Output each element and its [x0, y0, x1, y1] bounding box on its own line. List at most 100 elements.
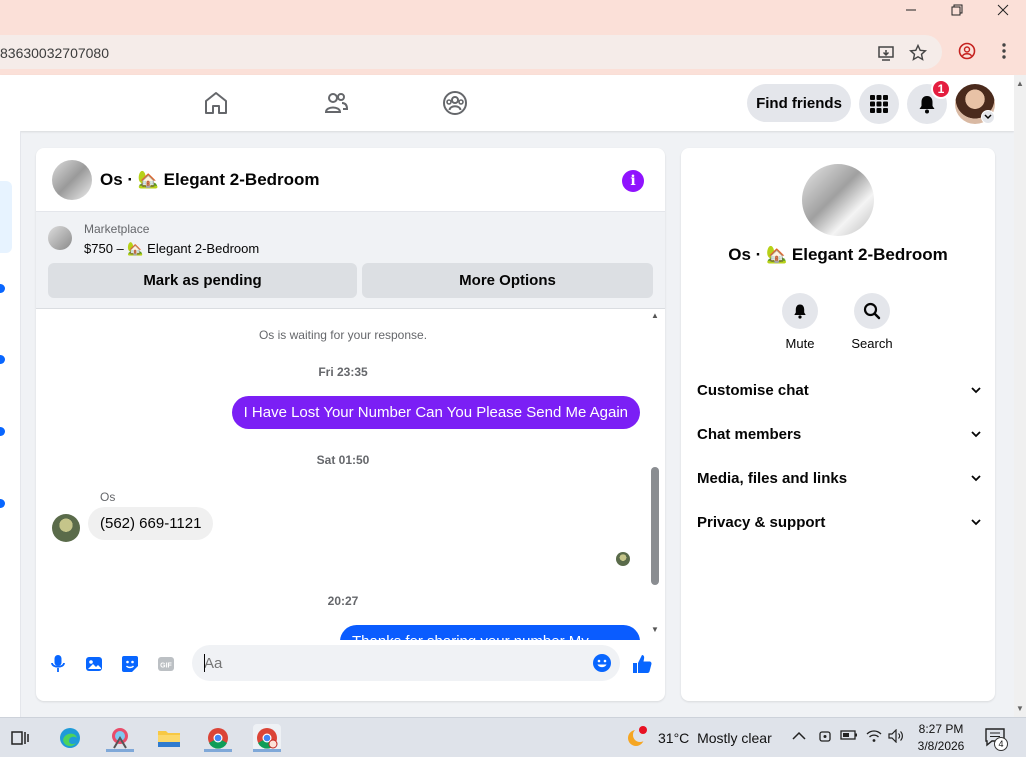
clock-time: 8:27 PM: [918, 722, 964, 736]
section-label: Media, files and links: [697, 469, 848, 487]
edge-browser-icon[interactable]: [56, 724, 84, 752]
text-caret: [204, 654, 205, 672]
running-indicator: [106, 749, 134, 752]
message-scrollbar[interactable]: ▲ ▼: [648, 309, 662, 640]
url-text[interactable]: 83630032707080: [0, 45, 109, 61]
chrome-icon[interactable]: [204, 724, 232, 752]
install-app-icon[interactable]: [877, 44, 895, 62]
clock-date: 3/8/2026: [917, 739, 965, 753]
sender-name: Os: [100, 490, 116, 504]
minimize-button[interactable]: [888, 0, 934, 20]
address-bar[interactable]: 83630032707080: [0, 35, 942, 69]
system-clock[interactable]: 8:27 PM 3/8/2026: [905, 721, 977, 755]
action-center-badge: 4: [994, 737, 1008, 751]
scroll-down-arrow-icon[interactable]: ▼: [1016, 704, 1024, 713]
battery-icon[interactable]: [840, 729, 858, 744]
page-scrollbar[interactable]: ▲ ▼: [1014, 75, 1026, 717]
outgoing-message[interactable]: I Have Lost Your Number Can You Please S…: [231, 396, 640, 429]
groups-icon[interactable]: [441, 89, 469, 117]
message-timestamp: Fri 23:35: [318, 365, 368, 379]
restore-icon: [951, 4, 963, 16]
meet-now-icon[interactable]: [818, 729, 832, 748]
section-privacy-support[interactable]: Privacy & support: [697, 507, 981, 537]
chat-panel: Os · 🏡 Elegant 2-Bedroom i Marketplace $…: [36, 148, 665, 701]
notification-badge: 1: [931, 79, 951, 99]
listing-thumbnail[interactable]: [48, 226, 72, 250]
bookmark-star-icon[interactable]: [909, 44, 927, 62]
seen-indicator-avatar: [616, 552, 630, 566]
weather-moon-icon[interactable]: [626, 726, 650, 750]
chat-avatar[interactable]: [52, 160, 92, 200]
conversation-avatar[interactable]: [802, 164, 874, 236]
sender-avatar[interactable]: [52, 514, 80, 542]
window-title-bar: [0, 0, 1026, 33]
section-media-files-links[interactable]: Media, files and links: [697, 463, 981, 493]
section-customise-chat[interactable]: Customise chat: [697, 375, 981, 405]
mute-bell-icon: [782, 293, 818, 329]
scrollbar-thumb[interactable]: [651, 467, 659, 585]
outgoing-message[interactable]: Thanks for sharing your number My...: [340, 625, 640, 640]
unread-dot[interactable]: [0, 427, 5, 436]
browser-menu-icon[interactable]: [995, 42, 1013, 60]
unread-dot[interactable]: [0, 284, 5, 293]
more-options-button[interactable]: More Options: [362, 263, 653, 298]
weather-widget[interactable]: 31°C Mostly clear: [658, 730, 772, 746]
chat-header: Os · 🏡 Elegant 2-Bedroom i: [36, 148, 665, 212]
unread-dot[interactable]: [0, 499, 5, 508]
volume-icon[interactable]: [888, 728, 904, 746]
account-chevron-icon[interactable]: [981, 110, 995, 124]
message-timestamp: 20:27: [327, 594, 359, 608]
message-input[interactable]: [204, 645, 584, 681]
chat-info-button[interactable]: i: [622, 170, 644, 192]
section-label: Customise chat: [697, 381, 809, 399]
photo-icon[interactable]: [83, 653, 105, 675]
search-in-chat-button[interactable]: Search: [842, 293, 902, 351]
windows-taskbar: 31°C Mostly clear 8:27 PM 3/8/2026 4: [0, 717, 1026, 757]
running-indicator: [253, 749, 281, 752]
marketplace-label: Marketplace: [84, 222, 150, 236]
wifi-icon[interactable]: [866, 729, 882, 746]
file-explorer-icon[interactable]: [155, 724, 183, 752]
svg-text:GIF: GIF: [160, 663, 172, 670]
show-hidden-icons-chevron-icon[interactable]: [792, 729, 806, 744]
find-friends-button[interactable]: Find friends: [747, 84, 851, 122]
incoming-message[interactable]: (562) 669-1121: [88, 507, 214, 540]
close-window-button[interactable]: [980, 0, 1026, 20]
scroll-up-arrow-icon[interactable]: ▲: [650, 311, 660, 320]
scroll-up-arrow-icon[interactable]: ▲: [1016, 79, 1024, 88]
emoji-icon[interactable]: [592, 653, 612, 678]
friends-icon[interactable]: [322, 89, 350, 117]
sticker-icon[interactable]: [119, 653, 141, 675]
task-view-icon[interactable]: [6, 724, 34, 752]
like-thumbs-up-icon[interactable]: [631, 653, 653, 675]
microphone-icon[interactable]: [47, 653, 69, 675]
mute-button[interactable]: Mute: [770, 293, 830, 351]
weather-temperature: 31°C: [658, 730, 690, 746]
home-icon[interactable]: [202, 89, 230, 117]
unread-dot[interactable]: [0, 355, 5, 364]
waiting-notice: Os is waiting for your response.: [258, 328, 428, 342]
grid-icon: [870, 95, 888, 113]
facebook-top-nav: Find friends 1: [0, 75, 1014, 131]
gif-icon[interactable]: GIF: [155, 653, 177, 675]
conversation-title: Os · 🏡 Elegant 2-Bedroom: [728, 245, 948, 264]
menu-grid-button[interactable]: [859, 84, 899, 124]
mute-label: Mute: [785, 336, 815, 351]
profile-icon[interactable]: [958, 42, 976, 60]
section-label: Privacy & support: [697, 513, 826, 531]
listing-title[interactable]: $750 – 🏡 Elegant 2-Bedroom: [84, 241, 259, 257]
message-input-wrapper[interactable]: [192, 645, 620, 681]
section-chat-members[interactable]: Chat members: [697, 419, 981, 449]
chrome-profile-icon[interactable]: [253, 724, 281, 752]
snipping-tool-icon[interactable]: [106, 724, 134, 752]
chevron-down-icon: [971, 383, 981, 397]
search-icon: [854, 293, 890, 329]
restore-button[interactable]: [934, 0, 980, 20]
chevron-down-icon: [971, 515, 981, 529]
close-icon: [997, 4, 1009, 16]
chat-title[interactable]: Os · 🏡 Elegant 2-Bedroom: [100, 170, 320, 190]
scroll-down-arrow-icon[interactable]: ▼: [650, 625, 660, 634]
selected-chat-indicator[interactable]: [0, 181, 12, 253]
message-list: Os is waiting for your response. Fri 23:…: [36, 309, 665, 640]
mark-as-pending-button[interactable]: Mark as pending: [48, 263, 357, 298]
